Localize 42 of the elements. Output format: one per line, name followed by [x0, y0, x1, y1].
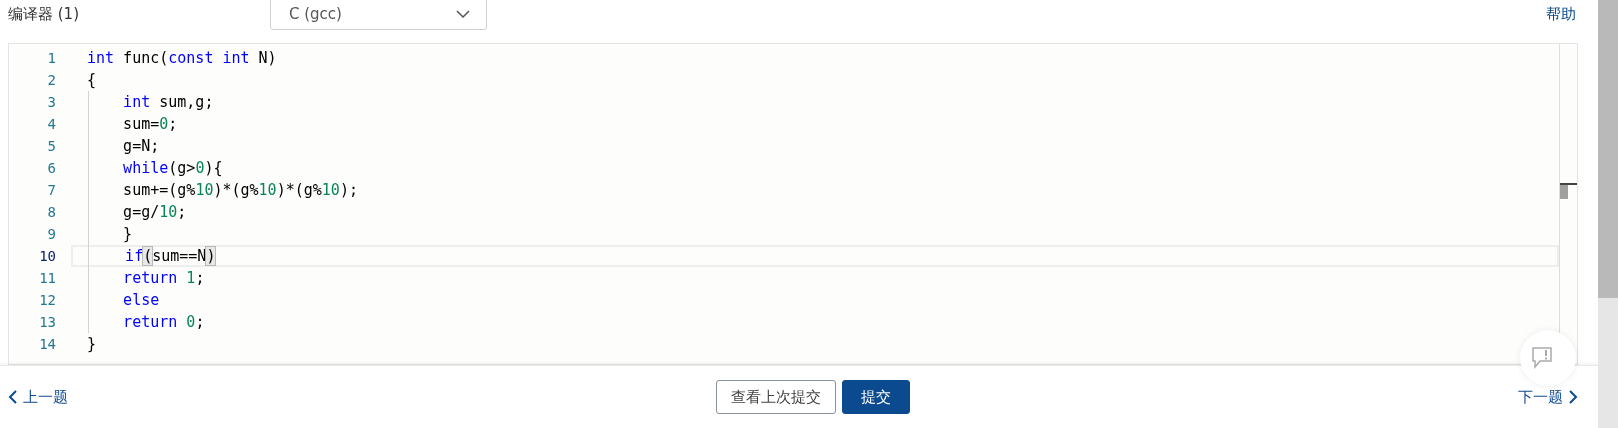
code-line: g=g/10; [122, 202, 188, 223]
line-number: 8 [46, 203, 57, 222]
page-scrollbar[interactable] [1598, 0, 1618, 428]
chevron-down-icon [456, 10, 470, 18]
line-number: 12 [38, 291, 57, 310]
help-link[interactable]: 帮助 [1546, 5, 1576, 24]
line-number: 11 [38, 269, 57, 288]
line-number: 4 [46, 115, 57, 134]
code-editor[interactable]: 1 2 3 4 5 6 7 8 9 10 11 12 13 14 int func(const int N) { int sum,g; sum=0; g=N; while(g>0){ sum+=(g%10)*(g%10)*(g%10); g=g/10; } if(sum==N) return 1; else return 0; } [8, 43, 1578, 365]
line-number: 10 [38, 247, 57, 266]
previous-question-link[interactable]: 上一题 [8, 387, 68, 407]
code-line: g=N; [122, 136, 161, 157]
code-line: int func(const int N) [86, 48, 278, 69]
line-number: 5 [46, 137, 57, 156]
code-line: while(g>0){ [122, 158, 224, 179]
line-number: 9 [46, 225, 57, 244]
chevron-left-icon [8, 390, 17, 404]
next-question-link[interactable]: 下一题 [1518, 387, 1578, 407]
code-line: } [122, 224, 134, 245]
overview-marker-icon [1560, 183, 1577, 199]
code-line: } [86, 334, 98, 355]
code-line: { [86, 70, 98, 91]
chevron-right-icon [1569, 390, 1578, 404]
code-line: sum+=(g%10)*(g%10)*(g%10); [122, 180, 359, 201]
line-number: 6 [46, 159, 57, 178]
submit-button[interactable]: 提交 [842, 380, 910, 414]
line-number: 13 [38, 313, 57, 332]
line-number: 2 [46, 71, 57, 90]
language-dropdown[interactable]: C (gcc) [270, 0, 487, 30]
code-line: return 0; [122, 312, 206, 333]
feedback-button[interactable] [1520, 330, 1576, 386]
code-line: int sum,g; [122, 92, 215, 113]
code-line: else [122, 290, 161, 311]
view-last-submission-button[interactable]: 查看上次提交 [716, 380, 836, 414]
speech-bubble-icon [1532, 347, 1552, 369]
compiler-title: 编译器 (1) [8, 5, 80, 24]
line-number: 14 [38, 335, 57, 354]
code-line: sum=0; [122, 114, 179, 135]
code-line: return 1; [122, 268, 206, 289]
line-number: 1 [46, 49, 57, 68]
line-number: 7 [46, 181, 57, 200]
line-number: 3 [46, 93, 57, 112]
